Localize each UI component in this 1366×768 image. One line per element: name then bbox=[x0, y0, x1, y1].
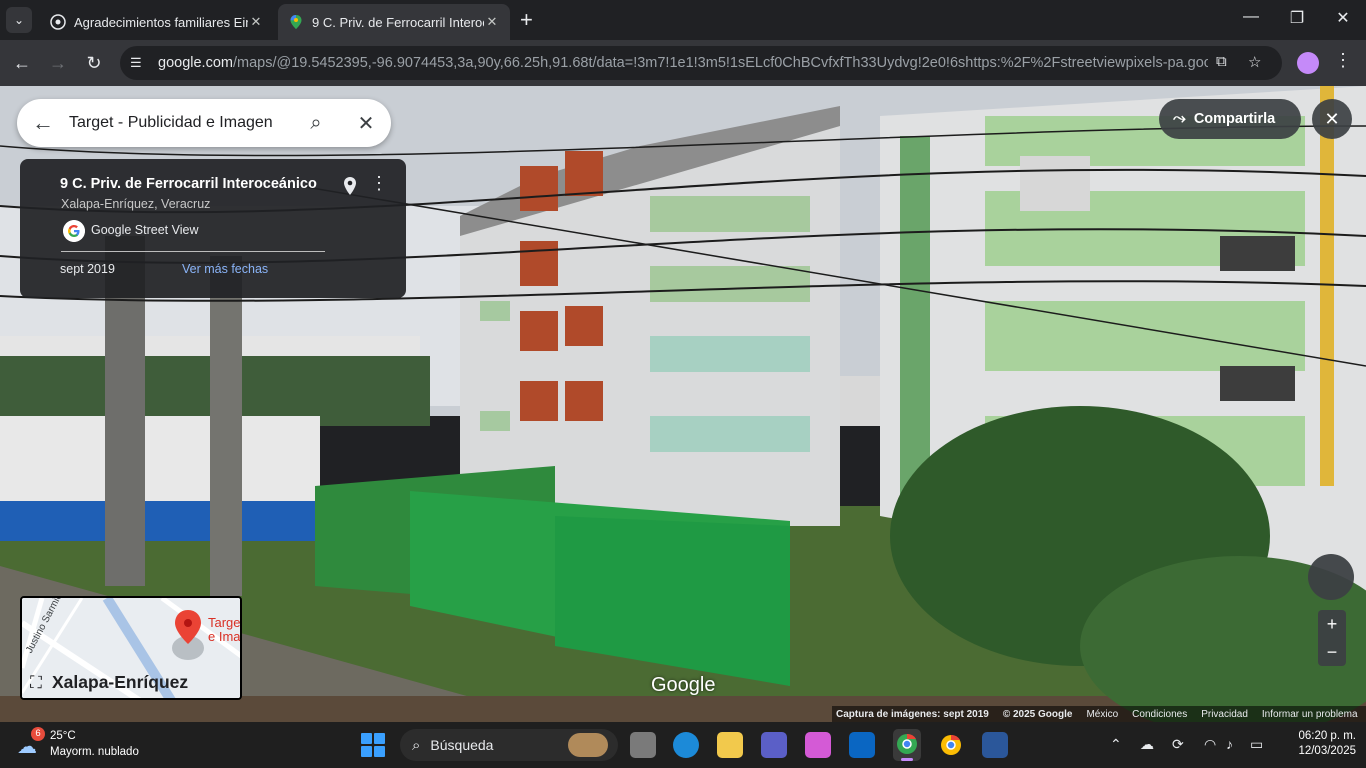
store-icon[interactable] bbox=[849, 732, 875, 758]
site-info-icon[interactable]: ☰ bbox=[130, 55, 150, 71]
tab-title: Agradecimientos familiares Eim bbox=[74, 14, 248, 30]
wifi-icon[interactable]: ◠ bbox=[1204, 736, 1216, 753]
more-options-icon[interactable]: ⋮ bbox=[370, 173, 388, 194]
chevron-up-icon[interactable]: ⌃ bbox=[1110, 736, 1122, 753]
clock-time: 06:20 p. m. bbox=[1298, 730, 1356, 742]
tab-search-button[interactable]: ⌄ bbox=[6, 7, 32, 33]
zoom-in-button[interactable]: + bbox=[1318, 610, 1346, 638]
file-explorer-icon[interactable] bbox=[717, 732, 743, 758]
minimize-icon[interactable]: — bbox=[1236, 8, 1266, 26]
window-close-icon[interactable]: ✕ bbox=[1328, 8, 1358, 28]
system-clock[interactable]: 06:20 p. m. 12/03/2025 bbox=[1284, 729, 1356, 759]
taskbar-search-placeholder: Búsqueda bbox=[430, 737, 494, 753]
chrome-active-icon[interactable] bbox=[893, 729, 921, 761]
google-logo: Google bbox=[651, 674, 716, 696]
zoom-control: + − bbox=[1318, 610, 1346, 666]
restore-icon[interactable]: ❐ bbox=[1282, 8, 1312, 28]
taskbar-search[interactable]: ⌕ Búsqueda bbox=[400, 729, 618, 761]
minimap-city-label: Xalapa-Enríquez bbox=[52, 672, 189, 692]
more-dates-link[interactable]: Ver más fechas bbox=[182, 262, 268, 276]
location-pin-icon[interactable] bbox=[342, 176, 358, 196]
street-view-panorama[interactable]: ← Target - Publicidad e Imagen ⌕ ✕ 9 C. … bbox=[0, 86, 1366, 722]
search-highlight-image bbox=[568, 733, 608, 757]
arrow-left-icon[interactable]: ← bbox=[10, 51, 34, 75]
minimap[interactable]: Justino Sarmie Targe e Ima ⛶ Xalapa-Enrí… bbox=[20, 596, 242, 700]
capture-date: sept 2019 bbox=[60, 262, 115, 276]
clock-date: 12/03/2025 bbox=[1298, 745, 1356, 757]
tab-street-view[interactable]: 9 C. Priv. de Ferrocarril Interoce ✕ bbox=[278, 4, 510, 40]
attribution-bar: Captura de imágenes: sept 2019 © 2025 Go… bbox=[832, 706, 1366, 722]
close-icon[interactable]: ✕ bbox=[341, 111, 391, 136]
tab-title: 9 C. Priv. de Ferrocarril Interoce bbox=[312, 14, 484, 30]
plus-icon[interactable]: + bbox=[520, 8, 533, 32]
compass-button[interactable] bbox=[1308, 554, 1354, 600]
close-street-view-button[interactable]: ✕ bbox=[1312, 99, 1352, 139]
tab-favicon-icon bbox=[50, 14, 66, 30]
battery-icon[interactable]: ▭ bbox=[1250, 736, 1263, 753]
maps-search-box[interactable]: ← Target - Publicidad e Imagen ⌕ ✕ bbox=[17, 99, 391, 147]
weather-condition: Mayorm. nublado bbox=[50, 746, 139, 758]
reload-icon[interactable]: ↻ bbox=[82, 51, 106, 75]
google-g-icon bbox=[63, 220, 85, 242]
chrome-icon[interactable] bbox=[937, 731, 965, 759]
arrow-right-icon[interactable]: → bbox=[46, 51, 70, 75]
copyright: © 2025 Google bbox=[1002, 708, 1073, 720]
weather-temperature: 25°C bbox=[50, 730, 76, 742]
start-button[interactable] bbox=[361, 733, 385, 757]
back-arrow-icon[interactable]: ← bbox=[17, 110, 69, 136]
address-bar[interactable]: ☰ google.com/maps/@19.5452395,-96.907445… bbox=[120, 46, 1282, 80]
location-info-card: 9 C. Priv. de Ferrocarril Interoceánico … bbox=[20, 159, 406, 298]
weather-badge: 6 bbox=[31, 727, 45, 741]
share-button[interactable]: ⤳ Compartirla bbox=[1159, 99, 1301, 139]
windows-taskbar: ☁ 6 25°C Mayorm. nublado ⌕ Búsqueda ⌃ ☁ … bbox=[0, 722, 1366, 768]
search-icon[interactable]: ⌕ bbox=[291, 112, 341, 135]
copilot-icon[interactable] bbox=[805, 732, 831, 758]
kebab-menu-icon[interactable]: ⋮ bbox=[1334, 50, 1352, 71]
teams-icon[interactable] bbox=[761, 732, 787, 758]
browser-tab-strip: ⌄ Agradecimientos familiares Eim ✕ 9 C. … bbox=[0, 0, 1366, 40]
word-icon[interactable] bbox=[982, 732, 1008, 758]
maps-pin-icon bbox=[290, 15, 302, 29]
location-city: Xalapa-Enríquez, Veracruz bbox=[61, 197, 211, 211]
onedrive-icon[interactable]: ☁ bbox=[1140, 736, 1154, 753]
close-icon[interactable]: ✕ bbox=[248, 14, 264, 30]
terms-link[interactable]: Condiciones bbox=[1132, 709, 1187, 720]
street-view-source: Google Street View bbox=[91, 223, 199, 237]
install-app-icon[interactable]: ⧉ bbox=[1216, 53, 1227, 70]
browser-toolbar: ← → ↻ ☰ google.com/maps/@19.5452395,-96.… bbox=[0, 40, 1366, 86]
task-view-icon[interactable] bbox=[630, 732, 656, 758]
chevron-down-icon: ⌄ bbox=[13, 13, 25, 27]
location-address: 9 C. Priv. de Ferrocarril Interoceánico bbox=[60, 176, 317, 192]
compass-icon bbox=[1318, 572, 1344, 582]
privacy-link[interactable]: Privacidad bbox=[1201, 709, 1248, 720]
star-icon[interactable]: ☆ bbox=[1248, 53, 1261, 71]
minimap-place-label: Targe e Ima bbox=[208, 615, 241, 644]
close-icon: ✕ bbox=[1324, 109, 1340, 129]
card-divider bbox=[61, 251, 325, 252]
update-icon[interactable]: ⟳ bbox=[1172, 736, 1184, 753]
region-link[interactable]: México bbox=[1086, 709, 1118, 720]
zoom-out-button[interactable]: − bbox=[1318, 638, 1346, 666]
search-icon: ⌕ bbox=[412, 736, 421, 754]
profile-avatar[interactable] bbox=[1297, 52, 1319, 74]
search-input[interactable]: Target - Publicidad e Imagen bbox=[69, 114, 291, 132]
close-icon[interactable]: ✕ bbox=[484, 14, 500, 30]
capture-info: Captura de imágenes: sept 2019 bbox=[836, 708, 989, 720]
share-label: Compartirla bbox=[1193, 111, 1276, 127]
expand-icon[interactable]: ⛶ bbox=[30, 673, 42, 693]
report-problem-link[interactable]: Informar un problema bbox=[1262, 709, 1358, 720]
url-text: google.com/maps/@19.5452395,-96.9074453,… bbox=[158, 55, 1208, 71]
share-icon: ⤳ bbox=[1173, 110, 1186, 127]
volume-icon[interactable]: ♪ bbox=[1226, 736, 1233, 752]
tab-agradecimientos[interactable]: Agradecimientos familiares Eim ✕ bbox=[40, 4, 274, 40]
edge-icon[interactable] bbox=[673, 732, 699, 758]
